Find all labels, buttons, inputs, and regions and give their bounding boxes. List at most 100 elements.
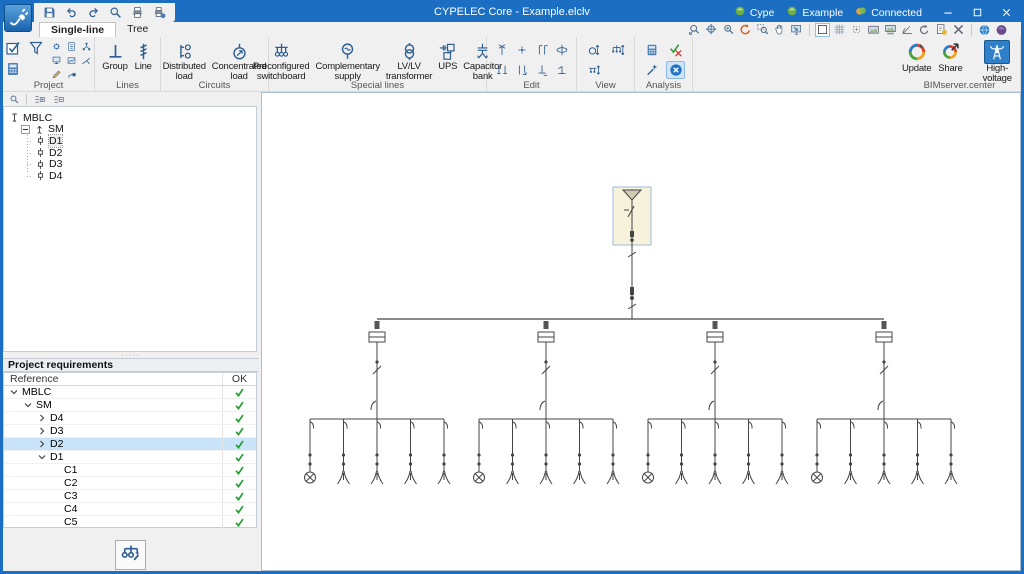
expander-open-icon[interactable]	[10, 388, 18, 396]
globe-purple-icon[interactable]	[994, 23, 1009, 37]
tree-item-mblc[interactable]: MBLC	[4, 112, 256, 124]
expander-closed-icon[interactable]	[38, 414, 46, 422]
img-icon[interactable]	[65, 54, 79, 67]
frame-icon[interactable]	[815, 22, 830, 37]
panel-search-icon[interactable]	[7, 93, 21, 106]
plug-icon	[8, 6, 29, 31]
calculator-icon[interactable]	[642, 41, 661, 59]
requirements-row-c4[interactable]: C4	[4, 503, 256, 516]
app-logo-plug-icon[interactable]	[4, 4, 32, 32]
net-icon[interactable]	[80, 40, 94, 53]
edit-pins-icon[interactable]	[532, 41, 551, 59]
pencil-icon[interactable]	[50, 68, 64, 81]
tree-item-d2[interactable]: D2	[4, 147, 256, 159]
tasks-check-icon[interactable]	[3, 39, 22, 57]
full-screen-icon[interactable]	[789, 23, 804, 37]
expander-open-icon[interactable]	[24, 401, 32, 409]
zoom-object-icon[interactable]	[721, 23, 736, 37]
ribbon-button-high-voltage[interactable]: High-voltage	[974, 38, 1020, 86]
wand-icon[interactable]	[642, 61, 661, 79]
edit-pin-icon[interactable]	[512, 61, 531, 79]
expander-closed-icon[interactable]	[38, 440, 46, 448]
column-reference[interactable]: Reference	[4, 373, 222, 385]
protractor-icon[interactable]	[900, 23, 915, 37]
requirements-row-d1[interactable]: D1	[4, 451, 256, 464]
doc-icon[interactable]	[65, 40, 79, 53]
ribbon-group-analysis: Analysis	[635, 37, 693, 92]
column-ok[interactable]: OK	[222, 373, 256, 385]
maximize-button[interactable]	[963, 3, 992, 22]
ribbon-button-lv-lv-transformer[interactable]: LV/LV transformer	[383, 38, 435, 84]
tools-x-icon[interactable]	[951, 23, 966, 37]
image-label-icon[interactable]	[883, 23, 898, 37]
monitor-icon[interactable]	[50, 54, 64, 67]
requirements-row-c2[interactable]: C2	[4, 477, 256, 490]
edit-terminal-icon[interactable]	[492, 41, 511, 59]
ribbon-button-complementary-supply[interactable]: Complementary supply	[312, 38, 382, 84]
edit-spark-icon[interactable]	[512, 41, 531, 59]
ribbon-button-update[interactable]: Update	[899, 38, 934, 76]
zoom-extents-icon[interactable]	[704, 23, 719, 37]
tab-tree[interactable]: Tree	[116, 22, 159, 37]
globe-blue-icon[interactable]	[977, 23, 992, 37]
minimize-button[interactable]	[934, 3, 963, 22]
ribbon-button-ups[interactable]: UPS	[435, 38, 460, 74]
tree-item-d3[interactable]: D3	[4, 158, 256, 170]
ribbon-button-preconfigured-switchboard[interactable]: Preconfigured switchboard	[250, 38, 313, 84]
ribbon-button-group[interactable]: Group	[99, 38, 130, 74]
tree-expand-icon[interactable]	[32, 93, 46, 106]
requirements-row-d3[interactable]: D3	[4, 425, 256, 438]
plugpen-icon[interactable]	[65, 68, 79, 81]
tree-item-label: D3	[49, 158, 63, 171]
ribbon-button-share[interactable]: Share	[934, 38, 966, 76]
requirements-row-d2[interactable]: D2	[4, 438, 256, 451]
titlebar-item-cype[interactable]: Cype	[734, 5, 774, 20]
view-zoom-object-icon[interactable]	[584, 41, 603, 59]
view-zoom-tree-icon[interactable]	[608, 41, 627, 59]
requirements-row-c3[interactable]: C3	[4, 490, 256, 503]
grid-icon[interactable]	[832, 23, 847, 37]
tree-expander-icon[interactable]	[21, 124, 30, 134]
group-icon	[106, 40, 125, 62]
zoom-window-icon[interactable]	[755, 23, 770, 37]
gear-icon[interactable]	[50, 40, 64, 53]
calculator-icon[interactable]	[3, 60, 22, 78]
expander-open-icon[interactable]	[38, 453, 46, 461]
rotate-icon[interactable]	[917, 23, 932, 37]
redraw-icon[interactable]	[738, 23, 753, 37]
snap-icon[interactable]	[849, 23, 864, 37]
requirement-label: D2	[50, 438, 64, 450]
requirements-row-c5[interactable]: C5	[4, 516, 256, 529]
close-button[interactable]	[992, 3, 1021, 22]
check-x-icon[interactable]	[666, 41, 685, 59]
tree-item-d1[interactable]: D1	[4, 133, 256, 148]
tab-single-line[interactable]: Single-line	[39, 22, 117, 37]
titlebar-item-connected[interactable]: Connected	[855, 5, 922, 20]
pan-icon[interactable]	[772, 23, 787, 37]
ramp-icon[interactable]	[80, 54, 94, 67]
sheet-icon[interactable]	[934, 23, 949, 37]
drawing-canvas[interactable]	[261, 92, 1021, 571]
tree-item-d4[interactable]: D4	[4, 170, 256, 182]
tree-collapse-icon[interactable]	[51, 93, 65, 106]
edit-forks-icon[interactable]	[492, 61, 511, 79]
cancel-icon[interactable]	[666, 61, 685, 79]
ribbon-button-line[interactable]: Line	[131, 38, 156, 74]
funnel-icon[interactable]	[26, 39, 45, 57]
requirements-row-mblc[interactable]: MBLC	[4, 386, 256, 399]
titlebar-item-example[interactable]: Example	[786, 5, 843, 20]
tree-item-sm[interactable]: SM	[4, 123, 256, 135]
ribbon-button-distributed-load[interactable]: Distributed load	[160, 38, 209, 84]
generate-diagram-button[interactable]	[115, 540, 146, 570]
zoom-prev-icon[interactable]	[687, 23, 702, 37]
edit-ground-icon[interactable]	[532, 61, 551, 79]
view-zoom-bus-icon[interactable]	[584, 61, 603, 79]
edit-tee-icon[interactable]	[552, 61, 571, 79]
edit-loop-icon[interactable]	[552, 41, 571, 59]
node-switch-icon	[34, 147, 46, 158]
expander-closed-icon[interactable]	[38, 427, 46, 435]
requirements-row-sm[interactable]: SM	[4, 399, 256, 412]
image-icon[interactable]	[866, 23, 881, 37]
requirements-row-c1[interactable]: C1	[4, 464, 256, 477]
requirements-row-d4[interactable]: D4	[4, 412, 256, 425]
